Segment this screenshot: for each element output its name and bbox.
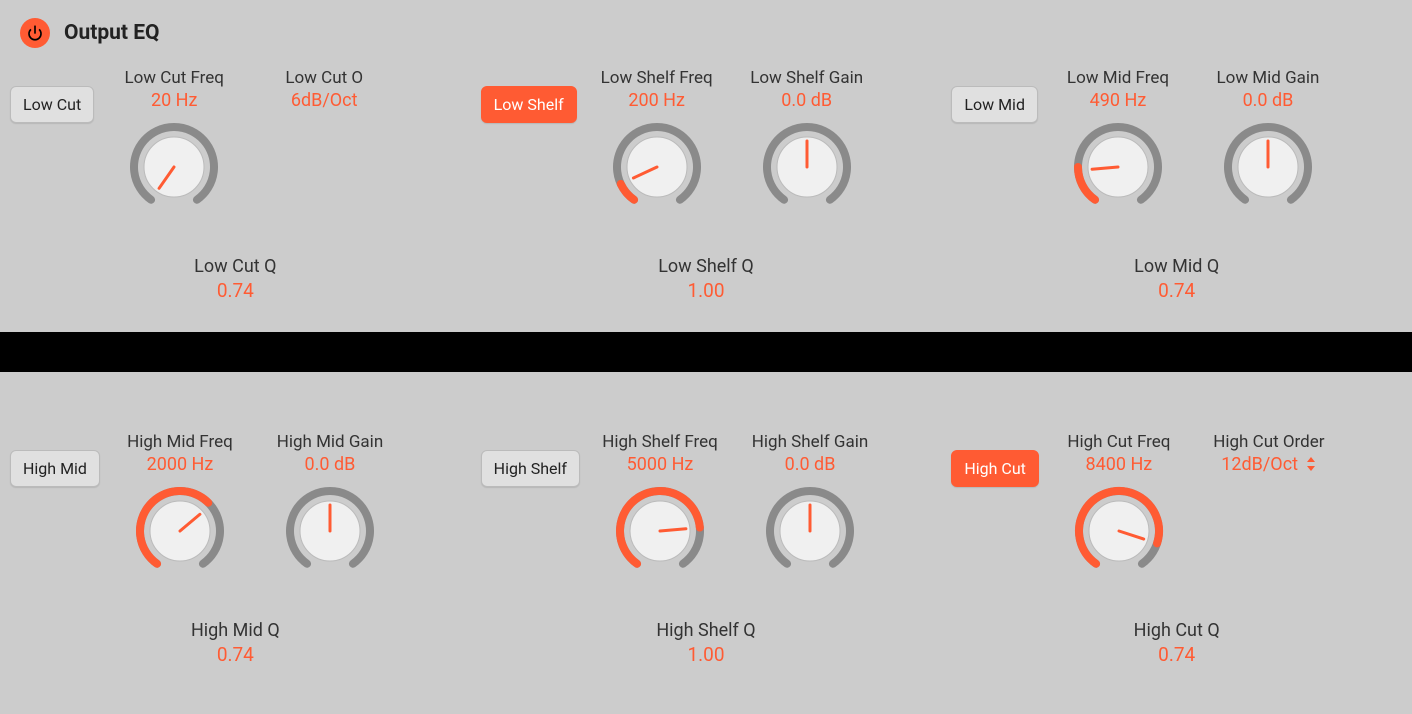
high-shelf-gain-label: High Shelf Gain [752,432,868,452]
low-cut-order-value[interactable]: 6dB/Oct [291,90,358,111]
high-cut-q-value[interactable]: 0.74 [951,643,1402,666]
low-mid-freq-label: Low Mid Freq [1067,68,1169,88]
eq-row-2: High Mid High Mid Freq 2000 Hz High Mid … [0,422,1412,696]
low-cut-freq-value[interactable]: 20 Hz [151,90,197,111]
band-low-mid: Low Mid Low Mid Freq 490 Hz Low Mid Gain… [941,68,1412,302]
high-mid-button[interactable]: High Mid [10,450,100,487]
high-shelf-q-value[interactable]: 1.00 [481,643,932,666]
band-low-cut: Low Cut Low Cut Freq 20 Hz Low Cut O 6dB… [0,68,471,302]
low-shelf-freq-knob[interactable] [611,121,703,217]
low-shelf-freq-value[interactable]: 200 Hz [628,90,685,111]
high-mid-freq-value[interactable]: 2000 Hz [147,454,214,475]
low-mid-button[interactable]: Low Mid [951,86,1038,123]
low-shelf-gain-value[interactable]: 0.0 dB [781,90,832,111]
low-cut-q-value[interactable]: 0.74 [10,279,461,302]
band-high-cut: High Cut High Cut Freq 8400 Hz High Cut … [941,432,1412,666]
eq-row-1: Low Cut Low Cut Freq 20 Hz Low Cut O 6dB… [0,58,1412,332]
low-mid-gain-label: Low Mid Gain [1216,68,1319,88]
low-mid-freq-knob[interactable] [1072,121,1164,217]
high-cut-button[interactable]: High Cut [951,450,1039,487]
low-cut-freq-knob[interactable] [128,121,220,217]
low-mid-gain-knob[interactable] [1222,121,1314,217]
low-shelf-freq-label: Low Shelf Freq [601,68,713,88]
low-shelf-button[interactable]: Low Shelf [481,86,577,123]
band-high-shelf: High Shelf High Shelf Freq 5000 Hz High … [471,432,942,666]
high-cut-order-label: High Cut Order [1213,432,1324,452]
high-shelf-gain-knob[interactable] [764,485,856,581]
band-high-mid: High Mid High Mid Freq 2000 Hz High Mid … [0,432,471,666]
high-cut-q-label: High Cut Q [951,620,1402,641]
high-mid-gain-label: High Mid Gain [277,432,384,452]
low-cut-freq-label: Low Cut Freq [124,68,224,88]
low-cut-button[interactable]: Low Cut [10,86,94,123]
low-shelf-gain-label: Low Shelf Gain [750,68,863,88]
high-mid-freq-knob[interactable] [134,485,226,581]
high-mid-gain-value[interactable]: 0.0 dB [305,454,356,475]
low-cut-order-label: Low Cut O [285,68,363,88]
band-low-shelf: Low Shelf Low Shelf Freq 200 Hz Low Shel… [471,68,942,302]
high-shelf-freq-value[interactable]: 5000 Hz [627,454,694,475]
high-mid-freq-label: High Mid Freq [127,432,233,452]
high-mid-q-value[interactable]: 0.74 [10,643,461,666]
low-mid-q-label: Low Mid Q [951,256,1402,277]
high-shelf-button[interactable]: High Shelf [481,450,580,487]
low-shelf-q-label: Low Shelf Q [481,256,932,277]
high-shelf-gain-value[interactable]: 0.0 dB [785,454,836,475]
high-shelf-q-label: High Shelf Q [481,620,932,641]
low-mid-gain-value[interactable]: 0.0 dB [1243,90,1294,111]
low-mid-freq-value[interactable]: 490 Hz [1090,90,1147,111]
power-button[interactable] [20,18,50,48]
high-shelf-freq-label: High Shelf Freq [602,432,718,452]
high-cut-order-value[interactable]: 12dB/Oct [1221,454,1316,476]
high-cut-freq-label: High Cut Freq [1067,432,1170,452]
low-shelf-q-value[interactable]: 1.00 [481,279,932,302]
low-shelf-gain-knob[interactable] [761,121,853,217]
stepper-updown-icon[interactable] [1306,455,1316,476]
page-title: Output EQ [64,21,160,45]
high-shelf-freq-knob[interactable] [614,485,706,581]
header: Output EQ [0,0,1412,58]
divider-bar [0,332,1412,372]
high-cut-freq-knob[interactable] [1073,485,1165,581]
high-mid-gain-knob[interactable] [284,485,376,581]
high-cut-freq-value[interactable]: 8400 Hz [1086,454,1153,475]
low-mid-q-value[interactable]: 0.74 [951,279,1402,302]
power-icon [26,24,44,42]
high-mid-q-label: High Mid Q [10,620,461,641]
low-cut-q-label: Low Cut Q [10,256,461,277]
